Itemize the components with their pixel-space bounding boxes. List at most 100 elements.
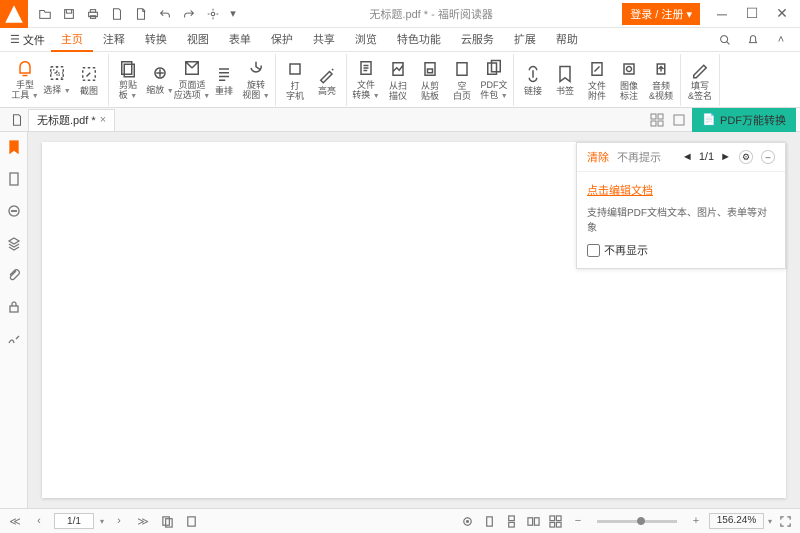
copy-page-icon[interactable]	[158, 512, 176, 530]
tool-9[interactable]: 高亮	[312, 54, 342, 106]
tool-11[interactable]: 从扫描仪	[383, 54, 413, 106]
continuous-icon[interactable]	[503, 512, 521, 530]
single-page-icon[interactable]	[481, 512, 499, 530]
save-icon[interactable]	[58, 3, 80, 25]
app-logo	[0, 0, 28, 28]
tab-extend[interactable]: 扩展	[504, 28, 546, 52]
tab-view[interactable]: 视图	[177, 28, 219, 52]
tool-19[interactable]: 音频&视频	[646, 54, 676, 106]
fit-page-icon[interactable]	[182, 512, 200, 530]
tip-page-indicator: 1/1	[699, 151, 714, 163]
attachment-icon[interactable]	[5, 266, 23, 284]
tip-prev-icon[interactable]: ◄	[682, 151, 693, 163]
signature-icon[interactable]	[5, 330, 23, 348]
facing-icon[interactable]	[525, 512, 543, 530]
collapse-ribbon-icon[interactable]: ˄	[770, 29, 792, 51]
page-input[interactable]	[54, 513, 94, 529]
maximize-button[interactable]: ☐	[738, 2, 766, 26]
pdf-convert-button[interactable]: 📄 PDF万能转换	[692, 108, 796, 132]
tip-next-icon[interactable]: ►	[720, 151, 731, 163]
zoom-slider[interactable]	[597, 520, 677, 523]
tool-6[interactable]: 重排	[209, 54, 239, 106]
prev-page-icon[interactable]: ‹	[30, 512, 48, 530]
tool-18[interactable]: 图像标注	[614, 54, 644, 106]
next-page-icon[interactable]: ›	[110, 512, 128, 530]
last-page-icon[interactable]: ≫	[134, 512, 152, 530]
tip-clear-link[interactable]: 清除	[587, 149, 609, 165]
window-title: 无标题.pdf * - 福昕阅读器	[240, 6, 622, 22]
tab-cloud[interactable]: 云服务	[451, 28, 504, 52]
tip-noshow-link[interactable]: 不再提示	[617, 149, 661, 165]
tool-15[interactable]: 链接	[518, 54, 548, 106]
tool-8[interactable]: 打字机	[280, 54, 310, 106]
tool-0[interactable]: 手型工具 ▼	[10, 54, 40, 106]
tab-convert[interactable]: 转换	[135, 28, 177, 52]
tool-20[interactable]: 填写&签名	[685, 54, 715, 106]
tool-7[interactable]: 旋转视图 ▼	[241, 54, 271, 106]
page-icon[interactable]	[5, 170, 23, 188]
bookmark-icon[interactable]	[5, 138, 23, 156]
tab-browse[interactable]: 浏览	[345, 28, 387, 52]
tool-4[interactable]: 缩放 ▼	[145, 54, 175, 106]
tab-features[interactable]: 特色功能	[387, 28, 451, 52]
close-button[interactable]: ✕	[768, 2, 796, 26]
tool-17[interactable]: 文件附件	[582, 54, 612, 106]
tab-close-icon[interactable]: ×	[100, 114, 106, 126]
first-page-icon[interactable]: ≪	[6, 512, 24, 530]
tip-close-icon[interactable]: –	[761, 150, 775, 164]
layers-icon[interactable]	[5, 234, 23, 252]
tip-panel: 清除 不再提示 ◄ 1/1 ► ⚙ – 点击编辑文档 支持编辑PDF文档文本、图…	[576, 142, 786, 269]
redo-icon[interactable]	[178, 3, 200, 25]
canvas-area: 清除 不再提示 ◄ 1/1 ► ⚙ – 点击编辑文档 支持编辑PDF文档文本、图…	[28, 132, 800, 508]
tab-home[interactable]: 主页	[51, 28, 93, 52]
security-icon[interactable]	[5, 298, 23, 316]
file-menu[interactable]: ☰ 文件	[4, 32, 51, 48]
tab-form[interactable]: 表单	[219, 28, 261, 52]
doc2-icon[interactable]	[130, 3, 152, 25]
tool-14[interactable]: PDF文件包 ▼	[479, 54, 509, 106]
zoom-out-icon[interactable]: −	[569, 512, 587, 530]
toolbar: 手型工具 ▼选择 ▼截图剪贴板 ▼缩放 ▼页面适应选项 ▼重排旋转视图 ▼ 打字机…	[0, 52, 800, 108]
tab-list-icon[interactable]	[6, 109, 28, 131]
tool-10[interactable]: 文件转换 ▼	[351, 54, 381, 106]
tool-3[interactable]: 剪贴板 ▼	[113, 54, 143, 106]
list-view-icon[interactable]	[670, 111, 688, 129]
tip-edit-link[interactable]: 点击编辑文档	[587, 182, 775, 198]
tab-protect[interactable]: 保护	[261, 28, 303, 52]
tip-settings-icon[interactable]: ⚙	[739, 150, 753, 164]
tool-1[interactable]: 选择 ▼	[42, 54, 72, 106]
search-icon[interactable]	[714, 29, 736, 51]
tab-help[interactable]: 帮助	[546, 28, 588, 52]
qat-dropdown[interactable]: ▾	[226, 3, 240, 25]
settings-icon[interactable]	[202, 3, 224, 25]
tab-title: 无标题.pdf *	[37, 112, 96, 128]
grid-view-icon[interactable]	[648, 111, 666, 129]
reading-mode-icon[interactable]	[459, 512, 477, 530]
tool-13[interactable]: 空白页	[447, 54, 477, 106]
bell-icon[interactable]	[742, 29, 764, 51]
tab-share[interactable]: 共享	[303, 28, 345, 52]
tab-annotate[interactable]: 注释	[93, 28, 135, 52]
fullscreen-icon[interactable]	[776, 512, 794, 530]
tool-16[interactable]: 书签	[550, 54, 580, 106]
zoom-value[interactable]: 156.24%	[709, 513, 764, 529]
document-tabbar: 无标题.pdf * × 📄 PDF万能转换	[0, 108, 800, 132]
print-icon[interactable]	[82, 3, 104, 25]
workspace: ▶ 清除 不再提示 ◄ 1/1 ► ⚙ – 点击编辑文档 支持编辑PDF文档文本…	[0, 132, 800, 508]
login-button[interactable]: 登录 / 注册 ▾	[622, 3, 700, 25]
undo-icon[interactable]	[154, 3, 176, 25]
open-icon[interactable]	[34, 3, 56, 25]
document-tab[interactable]: 无标题.pdf * ×	[28, 109, 115, 131]
tool-2[interactable]: 截图	[74, 54, 104, 106]
tip-checkbox[interactable]: 不再显示	[587, 242, 775, 258]
minimize-button[interactable]: ─	[708, 2, 736, 26]
facing-cont-icon[interactable]	[547, 512, 565, 530]
comment-icon[interactable]	[5, 202, 23, 220]
tip-description: 支持编辑PDF文档文本、图片、表单等对象	[587, 204, 775, 234]
tool-5[interactable]: 页面适应选项 ▼	[177, 54, 207, 106]
tool-12[interactable]: 从剪贴板	[415, 54, 445, 106]
titlebar: ▾ 无标题.pdf * - 福昕阅读器 登录 / 注册 ▾ ─ ☐ ✕	[0, 0, 800, 28]
sidebar	[0, 132, 28, 508]
doc-icon[interactable]	[106, 3, 128, 25]
zoom-in-icon[interactable]: +	[687, 512, 705, 530]
